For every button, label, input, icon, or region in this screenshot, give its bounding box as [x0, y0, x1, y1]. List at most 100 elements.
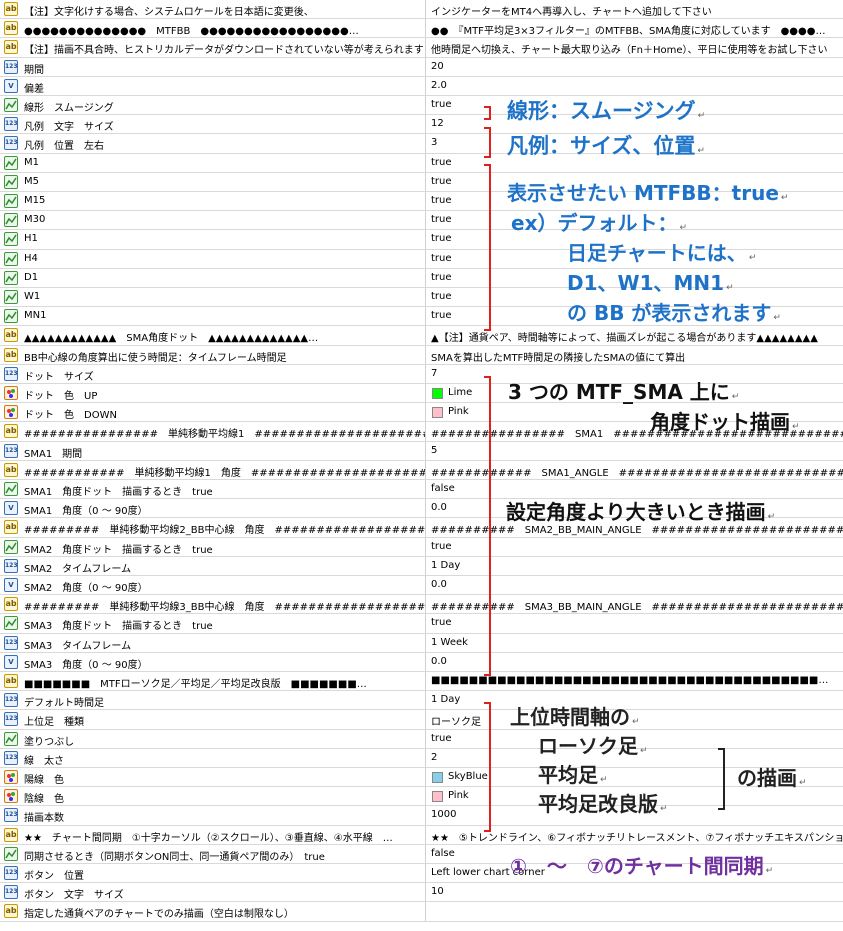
integer-param-icon: 123 [4, 117, 18, 132]
param-row[interactable]: V 偏差 2.0 [0, 76, 843, 96]
param-name-cell: W1 [0, 288, 426, 307]
param-value: 1000 [431, 809, 457, 821]
annotation-candle-2: ローソク足 ↵ [538, 734, 648, 758]
double-param-icon: V [4, 501, 18, 516]
param-row[interactable]: V SMA3 角度（0 ～ 90度） 0.0 [0, 652, 843, 672]
param-row[interactable]: M30 true [0, 211, 843, 231]
param-row[interactable]: 123 SMA2 タイムフレーム 1 Day [0, 556, 843, 576]
param-name: 線 太さ [24, 755, 64, 767]
param-row[interactable]: 123 期間 20 [0, 57, 843, 77]
param-value-cell[interactable]: 10 [426, 883, 843, 901]
param-name: D1 [24, 271, 39, 283]
param-row[interactable]: V SMA2 角度（0 ～ 90度） 0.0 [0, 576, 843, 596]
param-row[interactable]: ab ●●●●●●●●●●●●●● MTFBB ●●●●●●●●●●●●●●●●●… [0, 19, 843, 39]
param-name-cell: 123 デフォルト時間足 [0, 691, 426, 710]
param-row[interactable]: 123 凡例 位置 左右 3 [0, 134, 843, 154]
annotation-sma-angle: 設定角度より大きいとき描画 ↵ [506, 500, 776, 524]
param-row[interactable]: 123 デフォルト時間足 1 Day [0, 691, 843, 711]
param-value-cell[interactable]: SMAを算出したMTF時間足の隣接したSMAの値にて算出 [426, 346, 843, 364]
integer-param-icon: 123 [4, 366, 18, 381]
param-name-cell: M30 [0, 211, 426, 230]
bracket-candle [484, 702, 491, 832]
param-row[interactable]: ab ######### 単純移動平均線3_BB中心線 角度 ##########… [0, 595, 843, 615]
param-value-cell[interactable]: ●● 『MTF平均足3×3フィルター』のMTFBB、SMA角度に対応しています … [426, 19, 843, 37]
param-value: true [431, 175, 452, 187]
param-row[interactable]: 123 線 太さ 2 [0, 748, 843, 768]
param-row[interactable]: 123 上位足 種類 ローソク足 [0, 710, 843, 730]
param-row[interactable]: 123 ボタン 文字 サイズ 10 [0, 883, 843, 903]
param-value-cell[interactable]: インジケーターをMT4へ再導入し、チャートへ追加して下さい [426, 0, 843, 18]
integer-param-icon: 123 [4, 885, 18, 900]
param-name-cell: ab ############ 単純移動平均線1 角度 #############… [0, 460, 426, 479]
param-name: H4 [24, 252, 38, 264]
param-row[interactable]: ab 指定した通貨ペアのチャートでのみ描画（空白は制限なし） [0, 902, 843, 922]
text-param-icon: ab [4, 674, 18, 688]
param-value: false [431, 483, 455, 494]
param-row[interactable]: 123 描画本数 1000 [0, 806, 843, 826]
param-name-cell: D1 [0, 268, 426, 287]
bool-param-icon [4, 174, 18, 189]
param-row[interactable]: ab 【注】文字化けする場合、システムロケールを日本語に変更後、 インジケーターをM… [0, 0, 843, 20]
param-name-cell: SMA1 角度ドット 描画するとき true [0, 480, 426, 499]
param-name-cell: 123 ドット サイズ [0, 364, 426, 383]
param-row[interactable]: 123 凡例 文字 サイズ 12 [0, 115, 843, 135]
param-row[interactable]: SMA2 角度ドット 描画するとき true true [0, 537, 843, 557]
color-param-icon [4, 386, 18, 400]
param-name: 描画本数 [24, 813, 64, 825]
param-name-cell: 123 SMA2 タイムフレーム [0, 556, 426, 575]
color-swatch [432, 772, 443, 783]
param-name-cell: ab ■■■■■■■ MTFローソク足／平均足／平均足改良版 ■■■■■■■… [0, 672, 426, 691]
integer-param-icon: 123 [4, 635, 18, 650]
param-name: SMA2 角度（0 ～ 90度） [24, 583, 148, 594]
param-row[interactable]: ab ■■■■■■■ MTFローソク足／平均足／平均足改良版 ■■■■■■■… ■■… [0, 672, 843, 692]
param-row[interactable]: 塗りつぶし true [0, 729, 843, 749]
param-row[interactable]: ab BB中心線の角度算出に使う時間足：タイムフレーム時間足 SMAを算出したMTF… [0, 345, 843, 365]
param-name: ドット 色 UP [24, 391, 98, 402]
param-row[interactable]: 線形 スムージング true [0, 96, 843, 116]
param-row[interactable]: SMA3 角度ドット 描画するとき true true [0, 614, 843, 634]
param-name-cell: H4 [0, 249, 426, 268]
integer-param-icon: 123 [4, 866, 18, 880]
param-row[interactable]: 123 SMA3 タイムフレーム 1 Week [0, 633, 843, 653]
param-row[interactable]: ab ★★ チャート間同期 ①十字カーソル（②スクロール）、③垂直線、④水平線 …… [0, 825, 843, 845]
param-value-cell[interactable]: 20 [426, 58, 843, 76]
param-row[interactable]: ab 【注】描画不具合時、ヒストリカルデータがダウンロードされていない等が考えられ… [0, 38, 843, 58]
param-name-cell: 123 描画本数 [0, 806, 426, 825]
double-param-icon: V [4, 78, 18, 93]
param-value: 7 [431, 367, 438, 379]
text-param-icon: ab [4, 597, 18, 612]
param-name-cell: 123 凡例 文字 サイズ [0, 115, 426, 134]
param-row[interactable]: ab ▲▲▲▲▲▲▲▲▲▲▲▲ SMA角度ドット ▲▲▲▲▲▲▲▲▲▲▲▲▲… ▲【… [0, 326, 843, 346]
bool-param-icon [4, 309, 18, 324]
param-name: ●●●●●●●●●●●●●● MTFBB ●●●●●●●●●●●●●●●●●… [24, 26, 359, 38]
param-value: SkyBlue [448, 771, 488, 782]
param-value: 0.0 [431, 502, 447, 514]
bool-param-icon [4, 290, 18, 304]
annotation-smoothing: 線形：スムージング ↵ [507, 99, 706, 123]
param-row[interactable]: 123 SMA1 期間 5 [0, 441, 843, 461]
text-param-icon: ab [4, 40, 18, 55]
param-value-cell[interactable] [426, 902, 843, 920]
param-name-cell: ab ######### 単純移動平均線2_BB中心線 角度 ##########… [0, 518, 426, 537]
param-row[interactable]: 陰線 色 Pink [0, 787, 843, 807]
text-param-icon: ab [4, 462, 18, 477]
param-value: 1 Week [431, 636, 468, 648]
param-name-cell: ab ●●●●●●●●●●●●●● MTFBB ●●●●●●●●●●●●●●●●●… [0, 19, 426, 38]
param-value: true [431, 214, 452, 226]
param-row[interactable]: ab ############ 単純移動平均線1 角度 #############… [0, 460, 843, 480]
annotation-candle-4: 平均足改良版 ↵ [538, 792, 668, 816]
param-name: SMA1 期間 [24, 448, 83, 460]
param-value: true [431, 99, 452, 110]
param-name: 上位足 種類 [24, 717, 84, 729]
param-row[interactable]: 陽線 色 SkyBlue [0, 768, 843, 788]
param-name-cell: M5 [0, 172, 426, 191]
color-param-icon [4, 405, 18, 420]
param-name-cell: V SMA2 角度（0 ～ 90度） [0, 576, 426, 595]
param-name: ★★ チャート間同期 ①十字カーソル（②スクロール）、③垂直線、④水平線 … [24, 832, 393, 844]
param-name: 線形 スムージング [24, 103, 114, 114]
param-value-cell[interactable]: 他時間足へ切換え、チャート最大取り込み（Fn＋Home）、平日に使用等をお試し下… [426, 38, 843, 56]
param-name: M1 [24, 156, 39, 168]
param-row[interactable]: M1 true [0, 153, 843, 173]
param-value-cell[interactable]: 2.0 [426, 77, 843, 95]
annotation-mtfbb-1: 表示させたい MTFBB：true ↵ [507, 181, 789, 205]
